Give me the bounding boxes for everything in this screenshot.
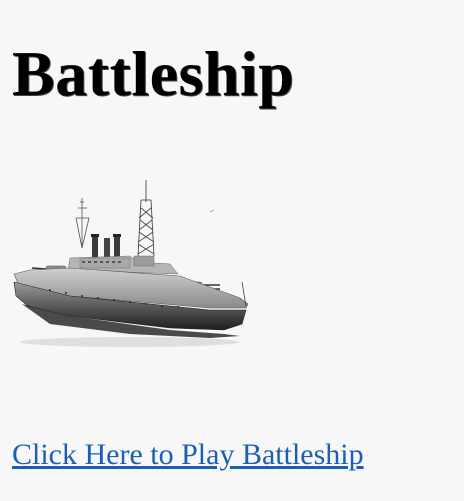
battleship-image xyxy=(13,180,249,347)
play-battleship-link[interactable]: Click Here to Play Battleship xyxy=(12,436,364,474)
page-title: Battleship xyxy=(12,38,295,109)
page: Battleship Click Here to Play Battleship xyxy=(0,0,464,501)
